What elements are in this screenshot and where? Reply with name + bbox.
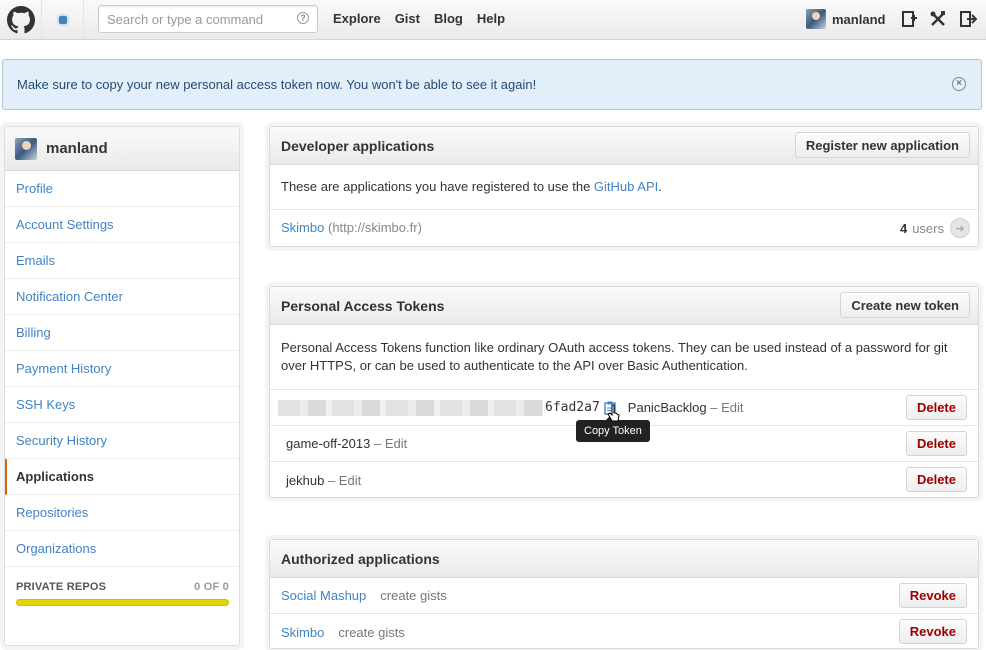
sidebar-item-ssh-keys[interactable]: SSH Keys [5,387,239,423]
sign-out-icon[interactable] [959,10,978,28]
sidebar-item-billing[interactable]: Billing [5,315,239,351]
nav-gist[interactable]: Gist [395,11,420,26]
sidebar-item-security-history[interactable]: Security History [5,423,239,459]
github-api-link[interactable]: GitHub API [594,179,658,194]
developer-app-row[interactable]: Skimbo (http://skimbo.fr) 4 users ➜ [270,210,978,244]
flash-notice: Make sure to copy your new personal acce… [2,59,982,110]
search-input[interactable] [99,6,284,32]
token-name: game-off-2013 [286,436,371,451]
avatar [15,137,37,160]
top-nav: Explore Gist Blog Help [333,11,519,26]
app-users: 4 users ➜ [900,218,970,238]
nav-blog[interactable]: Blog [434,11,463,26]
private-repos-progress-bar [16,599,229,606]
site-header: ? Explore Gist Blog Help manland [0,0,986,40]
sidebar-item-repositories[interactable]: Repositories [5,495,239,531]
app-name-link[interactable]: Skimbo [281,220,324,235]
private-repos-usage: PRIVATE REPOS 0 OF 0 [5,567,239,606]
nav-explore[interactable]: Explore [333,11,381,26]
personal-access-tokens-box: Personal Access Tokens Create new token … [269,286,979,498]
create-new-token-button[interactable]: Create new token [840,292,970,318]
app-url: (http://skimbo.fr) [327,219,422,235]
sidebar-item-applications[interactable]: Applications [5,459,239,495]
authorized-applications-box: Authorized applications Social Mashup cr… [269,539,979,649]
settings-tools-icon[interactable] [929,10,947,28]
app-scope: create gists [380,588,447,603]
section-title: Personal Access Tokens [281,297,445,314]
revoke-button[interactable]: Revoke [898,583,967,608]
github-logo-icon[interactable] [0,0,41,39]
authorized-app-row: Social Mashup create gists Revoke [270,578,978,614]
user-count: 4 [899,220,908,236]
notifications-indicator[interactable] [41,0,84,39]
private-repos-count: 0 OF 0 [194,581,229,593]
users-label: users [912,220,944,236]
edit-link[interactable]: Edit [385,436,407,451]
sidebar-item-notification-center[interactable]: Notification Center [5,279,239,315]
sidebar-item-organizations[interactable]: Organizations [5,531,239,567]
tokens-description: Personal Access Tokens function like ord… [270,325,978,390]
close-icon[interactable]: × [952,77,966,91]
separator: – [373,436,382,451]
sidebar-item-account-settings[interactable]: Account Settings [5,207,239,243]
authorized-app-row: Skimbo create gists Revoke [270,614,978,650]
edit-link[interactable]: Edit [339,473,361,488]
separator: – [710,400,718,415]
description-end: . [658,179,662,194]
token-value: 6fad2a7 [545,400,600,415]
separator: – [327,472,336,488]
redacted-token [278,399,543,416]
nav-help[interactable]: Help [477,11,505,26]
app-scope: create gists [338,624,405,640]
delete-button[interactable]: Delete [905,467,967,492]
token-row: jekhub – Edit Delete [270,462,978,498]
token-name: jekhub [286,472,325,488]
avatar [806,9,826,29]
command-search[interactable]: ? [98,5,318,33]
developer-apps-description: These are applications you have register… [270,165,978,210]
delete-button[interactable]: Delete [905,431,967,456]
app-name-link[interactable]: Skimbo [281,625,324,640]
notification-dot-icon [58,15,67,24]
sidebar-item-profile[interactable]: Profile [5,171,239,207]
sidebar-username: manland [46,140,108,157]
token-name: PanicBacklog [627,400,707,415]
search-help-icon[interactable]: ? [297,12,309,24]
section-title: Authorized applications [281,550,440,567]
create-repo-icon[interactable] [900,10,918,28]
sidebar-header: manland [5,127,239,171]
delete-button[interactable]: Delete [905,395,967,420]
username-link[interactable]: manland [832,12,885,27]
edit-link[interactable]: Edit [721,400,743,415]
section-title: Developer applications [281,137,435,154]
user-menu[interactable]: manland [806,9,885,29]
arrow-right-icon[interactable]: ➜ [950,218,970,238]
private-repos-label: PRIVATE REPOS [16,581,107,593]
flash-message: Make sure to copy your new personal acce… [17,77,537,92]
settings-sidebar: manland Profile Account Settings Emails … [4,126,240,646]
sidebar-item-payment-history[interactable]: Payment History [5,351,239,387]
mouse-pointer-icon [606,404,620,424]
developer-applications-box: Developer applications Register new appl… [269,126,979,247]
app-name-link[interactable]: Social Mashup [281,588,366,603]
sidebar-item-emails[interactable]: Emails [5,243,239,279]
description-text: These are applications you have register… [281,179,594,194]
register-new-application-button[interactable]: Register new application [794,132,970,158]
